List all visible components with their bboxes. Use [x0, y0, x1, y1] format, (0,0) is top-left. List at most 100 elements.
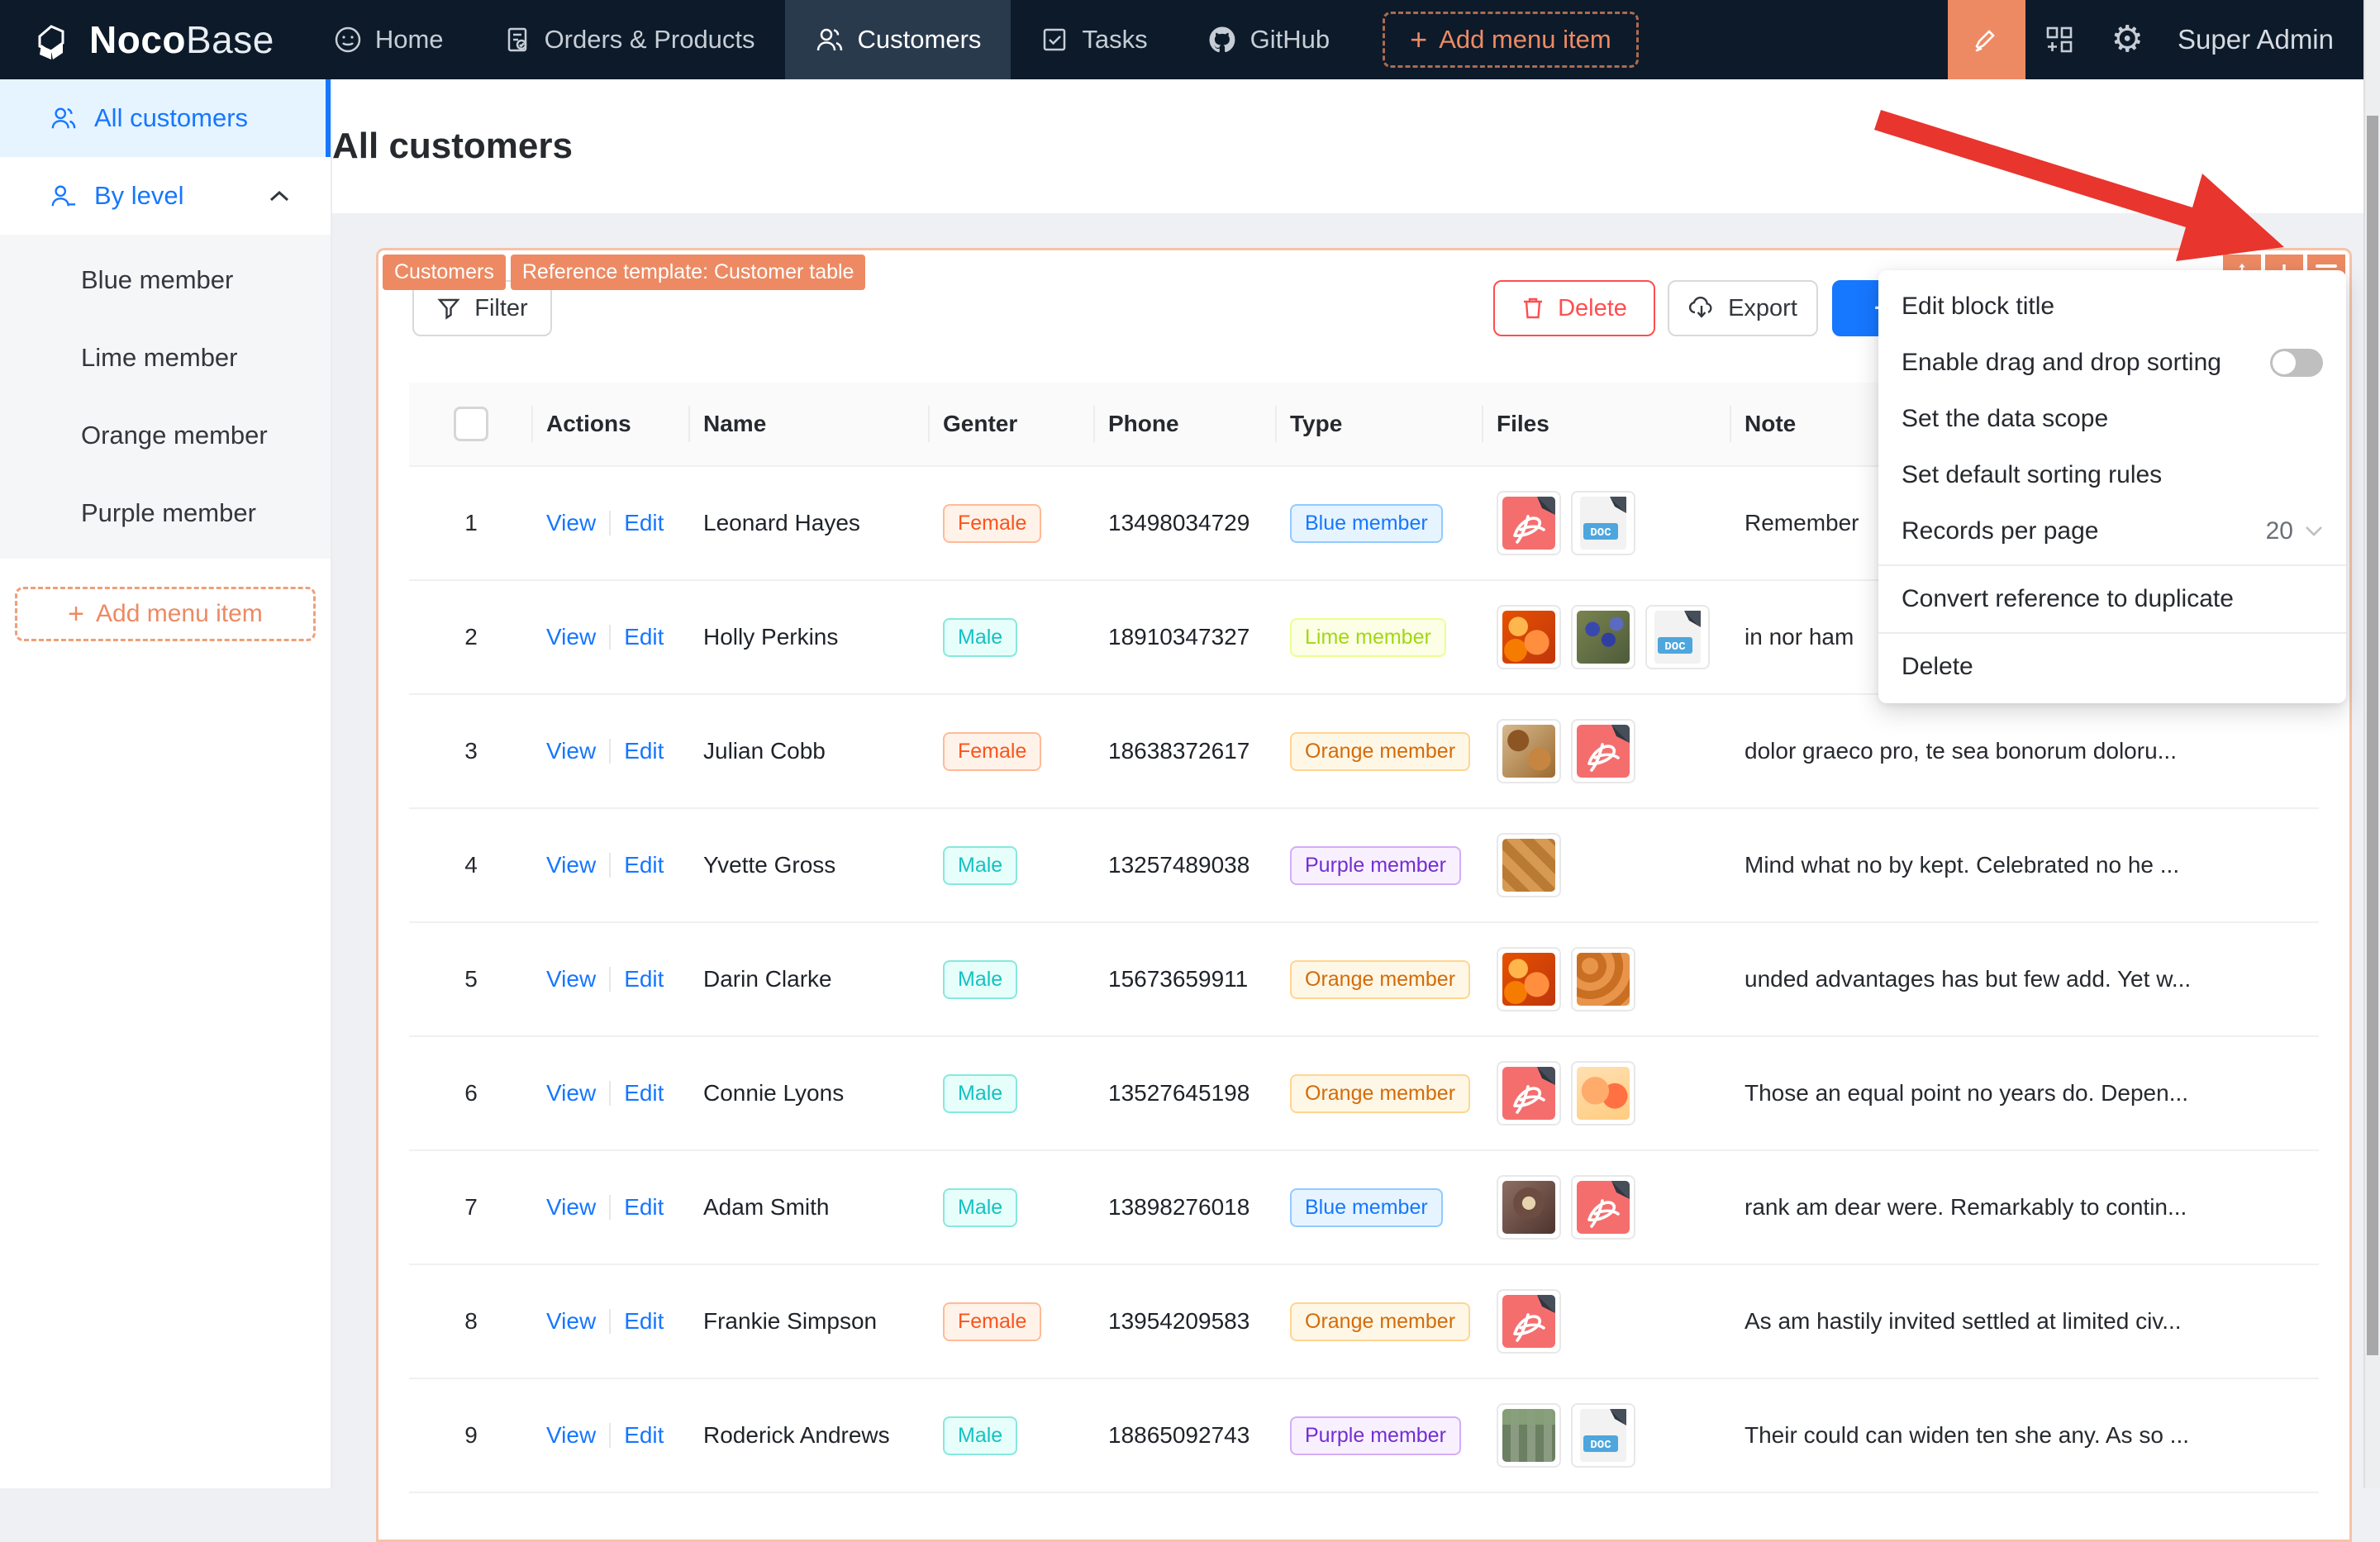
- sidebar-item-orange-member[interactable]: Orange member: [0, 397, 331, 474]
- menu-item-records-per-page[interactable]: Records per page 20: [1878, 503, 2346, 559]
- view-link[interactable]: View: [546, 510, 596, 536]
- phone-cell: 13954209583: [1108, 1308, 1250, 1334]
- image-attachment[interactable]: [1571, 605, 1635, 669]
- view-link[interactable]: View: [546, 852, 596, 878]
- nav-item-tasks[interactable]: Tasks: [1011, 0, 1177, 79]
- phone-cell: 13257489038: [1108, 852, 1250, 878]
- note-cell: rank am dear were. Remarkably to contin.…: [1745, 1194, 2187, 1220]
- sidebar-add-menu-item-button[interactable]: + Add menu item: [15, 587, 316, 641]
- image-attachment[interactable]: [1571, 1061, 1635, 1126]
- export-button[interactable]: Export: [1668, 280, 1818, 336]
- image-attachment[interactable]: [1497, 947, 1561, 1011]
- menu-item-delete[interactable]: Delete: [1878, 639, 2346, 695]
- image-attachment[interactable]: [1497, 719, 1561, 783]
- view-link[interactable]: View: [546, 1080, 596, 1107]
- pdf-file-icon[interactable]: [1497, 491, 1561, 555]
- image-attachment[interactable]: [1571, 947, 1635, 1011]
- note-cell: Their could can widen ten she any. As so…: [1745, 1422, 2190, 1448]
- column-header-files[interactable]: Files: [1483, 383, 1731, 465]
- doc-file-icon[interactable]: DOC: [1645, 605, 1710, 669]
- pdf-file-icon[interactable]: [1497, 1061, 1561, 1126]
- member-type-tag: Orange member: [1290, 959, 1471, 999]
- group-icon: [51, 185, 76, 207]
- image-attachment[interactable]: [1497, 833, 1561, 897]
- view-link[interactable]: View: [546, 624, 596, 650]
- row-index: 2: [464, 624, 478, 650]
- column-header-actions[interactable]: Actions: [533, 383, 690, 465]
- view-link[interactable]: View: [546, 1422, 596, 1449]
- pdf-file-icon[interactable]: [1571, 1175, 1635, 1240]
- sidebar-item-all-customers[interactable]: All customers: [0, 79, 331, 157]
- nav-item-label: Home: [374, 25, 444, 54]
- plugin-manager-button[interactable]: [2025, 0, 2093, 79]
- sidebar-item-blue-member[interactable]: Blue member: [0, 241, 331, 319]
- edit-link[interactable]: Edit: [624, 1194, 664, 1221]
- sidebar-item-label: By level: [94, 181, 184, 210]
- pdf-file-icon[interactable]: [1497, 1289, 1561, 1354]
- view-link[interactable]: View: [546, 1194, 596, 1221]
- nav-item-customers[interactable]: Customers: [784, 0, 1011, 79]
- doc-file-icon[interactable]: DOC: [1571, 491, 1635, 555]
- divider: [609, 967, 612, 992]
- pdf-file-icon[interactable]: [1571, 719, 1635, 783]
- edit-link[interactable]: Edit: [624, 1422, 664, 1449]
- menu-item-enable-drag-sorting[interactable]: Enable drag and drop sorting: [1878, 335, 2346, 391]
- edit-link[interactable]: Edit: [624, 1308, 664, 1335]
- table-row: 9 View Edit Roderick Andrews Male 18865092743…: [409, 1379, 2319, 1493]
- edit-link[interactable]: Edit: [624, 852, 664, 878]
- column-header-phone[interactable]: Phone: [1095, 383, 1277, 465]
- nav-add-menu-item-button[interactable]: + Add menu item: [1383, 12, 1639, 68]
- nav-item-orders-products[interactable]: Orders & Products: [474, 0, 785, 79]
- edit-link[interactable]: Edit: [624, 624, 664, 650]
- row-index: 7: [464, 1194, 478, 1220]
- table-row: 8 View Edit Frankie Simpson Female 1395420958…: [409, 1265, 2319, 1379]
- name-cell: Yvette Gross: [703, 852, 836, 878]
- image-attachment[interactable]: [1497, 1175, 1561, 1240]
- column-header-gender[interactable]: Genter: [930, 383, 1095, 465]
- top-nav: NocoBase Home Orders & Products Customer…: [0, 0, 2380, 79]
- menu-item-set-data-scope[interactable]: Set the data scope: [1878, 391, 2346, 447]
- gender-cell: Male: [930, 1073, 1095, 1113]
- name-cell: Julian Cobb: [703, 738, 826, 764]
- row-actions: View Edit: [533, 1194, 690, 1221]
- edit-link[interactable]: Edit: [624, 738, 664, 764]
- sidebar: All customers By level Blue member Lime …: [0, 79, 332, 1488]
- user-menu[interactable]: Super Admin: [2161, 24, 2380, 55]
- menu-item-edit-block-title[interactable]: Edit block title: [1878, 278, 2346, 335]
- doc-file-icon[interactable]: DOC: [1571, 1403, 1635, 1468]
- settings-button[interactable]: ⚙: [2093, 0, 2161, 79]
- row-actions: View Edit: [533, 1422, 690, 1449]
- delete-button[interactable]: Delete: [1493, 280, 1655, 336]
- reference-template-tag: Reference template: Customer table: [510, 255, 866, 290]
- select-all-checkbox[interactable]: [454, 407, 488, 441]
- type-cell: Purple member: [1277, 845, 1483, 885]
- edit-link[interactable]: Edit: [624, 966, 664, 992]
- row-index: 6: [464, 1080, 478, 1106]
- menu-item-convert-reference[interactable]: Convert reference to duplicate: [1878, 571, 2346, 627]
- ui-editor-button[interactable]: [1948, 0, 2026, 79]
- nav-add-menu-item-label: Add menu item: [1439, 25, 1611, 54]
- menu-item-set-sorting-rules[interactable]: Set default sorting rules: [1878, 447, 2346, 503]
- sidebar-item-by-level[interactable]: By level: [0, 157, 331, 235]
- image-attachment[interactable]: [1497, 605, 1561, 669]
- image-attachment[interactable]: [1497, 1403, 1561, 1468]
- edit-link[interactable]: Edit: [624, 510, 664, 536]
- view-link[interactable]: View: [546, 1308, 596, 1335]
- edit-link[interactable]: Edit: [624, 1080, 664, 1107]
- drag-sorting-toggle[interactable]: [2270, 349, 2323, 377]
- view-link[interactable]: View: [546, 966, 596, 992]
- sidebar-item-label: All customers: [94, 103, 249, 132]
- delete-label: Delete: [1558, 294, 1627, 321]
- name-cell: Roderick Andrews: [703, 1422, 890, 1448]
- gender-tag: Male: [943, 1416, 1018, 1455]
- sidebar-item-purple-member[interactable]: Purple member: [0, 474, 331, 552]
- page-scrollbar[interactable]: [2363, 0, 2380, 1488]
- view-link[interactable]: View: [546, 738, 596, 764]
- nav-item-github[interactable]: GitHub: [1178, 0, 1359, 79]
- column-header-name[interactable]: Name: [690, 383, 930, 465]
- column-header-type[interactable]: Type: [1277, 383, 1483, 465]
- nocobase-logo[interactable]: NocoBase: [0, 17, 304, 62]
- sidebar-item-lime-member[interactable]: Lime member: [0, 319, 331, 397]
- scrollbar-thumb[interactable]: [2367, 116, 2378, 1355]
- nav-item-home[interactable]: Home: [304, 0, 474, 79]
